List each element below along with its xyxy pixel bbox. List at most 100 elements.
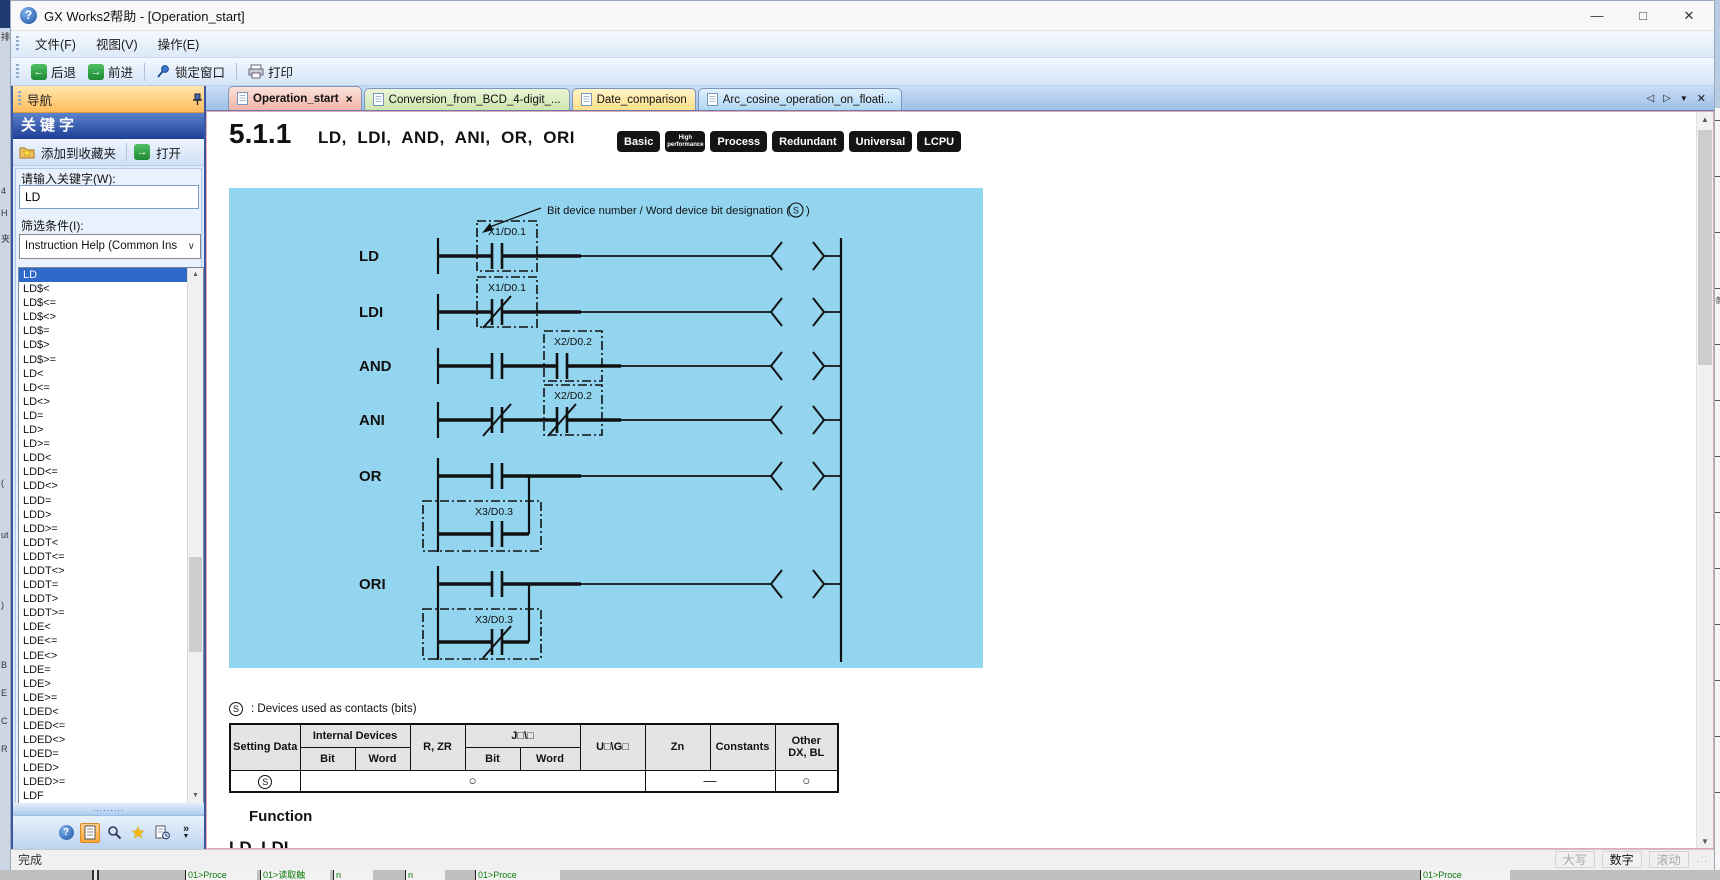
- list-item[interactable]: LDDT=: [19, 578, 203, 592]
- tab-close-icon[interactable]: ×: [346, 92, 353, 106]
- background-left-char: H: [1, 208, 8, 218]
- keyword-search-button[interactable]: [80, 823, 100, 843]
- tab-operation-start[interactable]: Operation_start×: [228, 86, 362, 110]
- search-button[interactable]: [104, 823, 124, 843]
- list-item[interactable]: LDD<>: [19, 479, 203, 493]
- list-item[interactable]: LDE>: [19, 677, 203, 691]
- list-item[interactable]: LDDT<: [19, 536, 203, 550]
- list-item[interactable]: LDD>=: [19, 522, 203, 536]
- pin-icon[interactable]: [191, 92, 204, 106]
- list-item[interactable]: LDF: [19, 789, 203, 803]
- background-left-char: ut: [1, 530, 9, 540]
- list-item[interactable]: LDD<=: [19, 465, 203, 479]
- maximize-button[interactable]: □: [1620, 1, 1666, 30]
- list-item[interactable]: LDED<>: [19, 733, 203, 747]
- favorites-button[interactable]: ★: [128, 823, 148, 843]
- list-item[interactable]: LD$<: [19, 282, 203, 296]
- list-item[interactable]: LDDT<=: [19, 550, 203, 564]
- keyword-scroll-icon: [83, 825, 97, 840]
- tab-label: Arc_cosine_operation_on_floati...: [723, 94, 894, 106]
- cpu-badge: Redundant: [772, 131, 843, 152]
- list-item[interactable]: LD<=: [19, 381, 203, 395]
- close-button[interactable]: ✕: [1666, 1, 1712, 30]
- col-bit-1: Bit: [300, 747, 355, 770]
- toolbar-overflow-button[interactable]: »▼: [176, 823, 196, 843]
- svg-text:AND: AND: [359, 358, 392, 375]
- list-item[interactable]: LDE<=: [19, 634, 203, 648]
- menu-item-1[interactable]: 视图(V): [86, 34, 148, 56]
- tab-scroll-right-button[interactable]: ▷: [1663, 93, 1671, 104]
- background-right-char: 条: [1715, 295, 1720, 306]
- forward-button[interactable]: → 前进: [82, 59, 139, 84]
- function-text: LD, LDI: [229, 838, 289, 849]
- scroll-up-icon[interactable]: ▲: [1697, 112, 1713, 128]
- list-item[interactable]: LDD>: [19, 508, 203, 522]
- list-item[interactable]: LDE<>: [19, 649, 203, 663]
- section-number: 5.1.1: [229, 118, 291, 150]
- background-grid-line: [1715, 232, 1720, 233]
- ladder-row-LDI: LDIX1/D0.1: [359, 277, 841, 330]
- content-scrollbar[interactable]: ▲ ▼: [1696, 112, 1713, 849]
- history-button[interactable]: [152, 823, 172, 843]
- document-icon: [373, 93, 384, 106]
- list-item[interactable]: LDD=: [19, 494, 203, 508]
- list-item[interactable]: LDED<: [19, 705, 203, 719]
- tab-arc-cosine-operation-on-floati-[interactable]: Arc_cosine_operation_on_floati...: [698, 88, 903, 110]
- list-item[interactable]: LD<: [19, 367, 203, 381]
- list-item[interactable]: LD$>=: [19, 353, 203, 367]
- filter-dropdown[interactable]: Instruction Help (Common Ins ∨: [19, 234, 201, 259]
- menu-item-0[interactable]: 文件(F): [25, 34, 86, 56]
- list-item[interactable]: LDDT>=: [19, 606, 203, 620]
- list-item[interactable]: LDE>=: [19, 691, 203, 705]
- list-item[interactable]: LDED>: [19, 761, 203, 775]
- num-lock-indicator: 数字: [1602, 851, 1642, 868]
- list-item[interactable]: LDED<=: [19, 719, 203, 733]
- list-item[interactable]: LDED>=: [19, 775, 203, 789]
- keyword-input[interactable]: [19, 185, 199, 209]
- background-grid-line: [1715, 568, 1720, 569]
- menu-item-2[interactable]: 操作(E): [148, 34, 210, 56]
- lock-window-button[interactable]: 锁定窗口: [150, 59, 231, 84]
- list-item[interactable]: LDDT>: [19, 592, 203, 606]
- list-item[interactable]: LDD<: [19, 451, 203, 465]
- tab-conversion-from-bcd-4-digit-[interactable]: Conversion_from_BCD_4-digit_...: [364, 88, 570, 110]
- list-scrollbar[interactable]: ▲ ▼: [187, 268, 203, 803]
- open-button[interactable]: → 打开: [132, 141, 186, 164]
- list-item[interactable]: LDDT<>: [19, 564, 203, 578]
- tab-date-comparison[interactable]: Date_comparison: [572, 88, 696, 110]
- svg-text:): ): [806, 205, 810, 217]
- list-scrollbar-thumb[interactable]: [189, 557, 202, 652]
- list-item[interactable]: LD$>: [19, 338, 203, 352]
- background-taskcell: 01>读取触: [260, 870, 330, 880]
- background-grid-line: [1715, 680, 1720, 681]
- list-item[interactable]: LD<>: [19, 395, 203, 409]
- list-item[interactable]: LDE<: [19, 620, 203, 634]
- back-button[interactable]: ← 后退: [25, 59, 82, 84]
- scroll-down-icon[interactable]: ▼: [188, 789, 203, 803]
- list-item[interactable]: LDED=: [19, 747, 203, 761]
- cpu-badge: Process: [710, 131, 767, 152]
- tab-scroll-left-button[interactable]: ◁: [1646, 93, 1654, 104]
- background-right-strip: 条: [1715, 0, 1720, 880]
- content-scrollbar-thumb[interactable]: [1698, 130, 1712, 365]
- tab-close-button[interactable]: ✕: [1697, 92, 1706, 105]
- list-item[interactable]: LD$=: [19, 324, 203, 338]
- background-bottom-divider: [92, 870, 99, 880]
- list-item[interactable]: LD$<>: [19, 310, 203, 324]
- list-item[interactable]: LDE=: [19, 663, 203, 677]
- scroll-up-icon[interactable]: ▲: [188, 268, 203, 282]
- list-item[interactable]: LD>: [19, 423, 203, 437]
- col-setting-data: Setting Data: [230, 724, 300, 770]
- contents-help-button[interactable]: ?: [56, 823, 76, 843]
- print-button[interactable]: 打印: [242, 59, 299, 84]
- tab-list-button[interactable]: ▼: [1680, 94, 1688, 103]
- panel-splitter[interactable]: .........: [13, 803, 204, 815]
- minimize-button[interactable]: —: [1574, 1, 1620, 30]
- scroll-down-icon[interactable]: ▼: [1697, 834, 1713, 849]
- list-item[interactable]: LD: [19, 268, 203, 282]
- list-item[interactable]: LD>=: [19, 437, 203, 451]
- list-item[interactable]: LD=: [19, 409, 203, 423]
- background-left-char: R: [1, 744, 8, 754]
- add-to-favorites-button[interactable]: 添加到收藏夹: [17, 141, 121, 164]
- list-item[interactable]: LD$<=: [19, 296, 203, 310]
